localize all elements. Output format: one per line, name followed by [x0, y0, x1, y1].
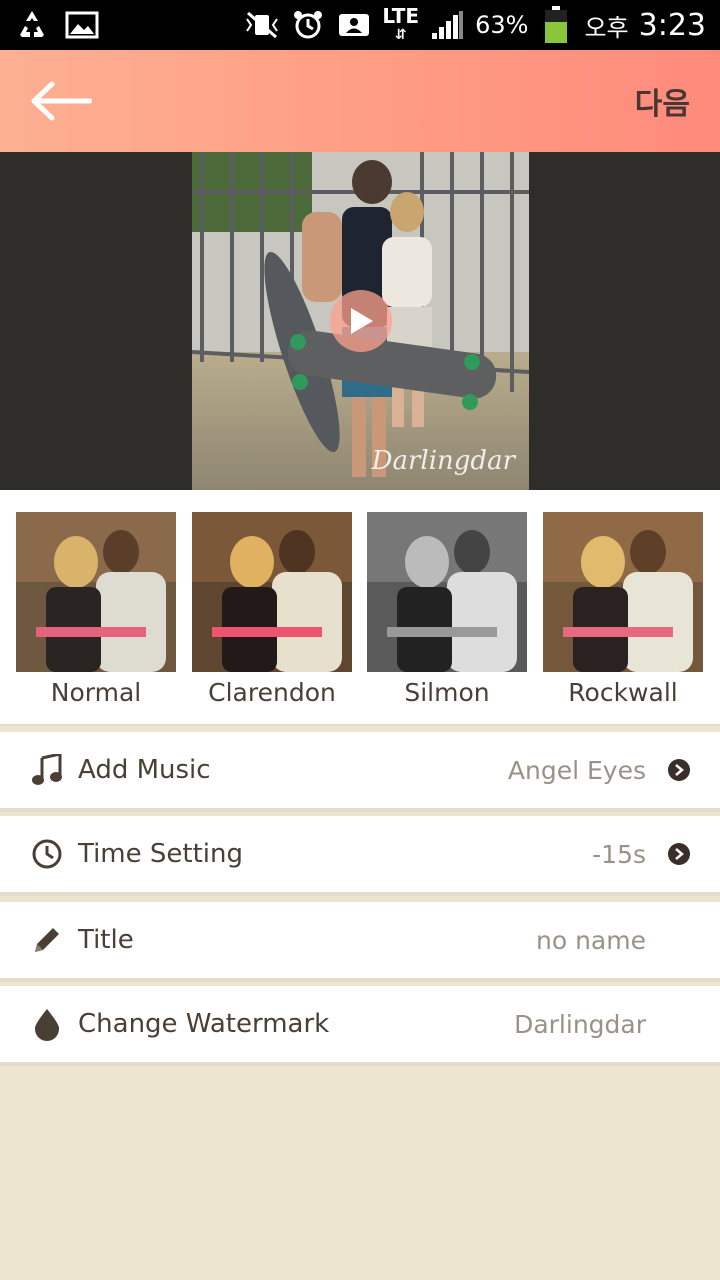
status-bar: LTE ⇵ 63% 오후 3:23	[0, 0, 720, 50]
time-setting-label: Time Setting	[78, 839, 243, 869]
drop-icon	[30, 1007, 64, 1041]
recycle-icon	[14, 7, 50, 43]
chevron-right-icon	[668, 759, 690, 781]
network-type: LTE ⇵	[382, 3, 420, 43]
play-button[interactable]	[330, 290, 392, 352]
clock-icon	[30, 837, 64, 871]
music-note-icon	[30, 753, 64, 787]
filter-clarendon[interactable]: Clarendon	[192, 512, 352, 707]
filter-rockwall[interactable]: Rockwall	[543, 512, 703, 707]
change-watermark-label: Change Watermark	[78, 1009, 330, 1039]
filter-label: Rockwall	[568, 678, 678, 707]
filter-thumbnail	[192, 512, 352, 672]
time-value: -15s	[592, 839, 646, 869]
ampm: 오후	[584, 13, 629, 42]
filter-silmon[interactable]: Silmon	[367, 512, 527, 707]
filter-thumbnail	[543, 512, 703, 672]
filter-thumbnail	[16, 512, 176, 672]
preview-watermark: Darlingdar	[371, 446, 515, 476]
pencil-icon	[30, 923, 64, 957]
filter-thumbnail	[367, 512, 527, 672]
music-value: Angel Eyes	[507, 755, 646, 785]
next-button[interactable]: 다음	[635, 79, 690, 123]
preview-photo[interactable]: Darlingdar	[192, 152, 529, 490]
time-setting-row[interactable]: Time Setting -15s	[0, 816, 720, 896]
vibrate-mute-icon	[244, 7, 280, 43]
title-row[interactable]: Title no name	[0, 902, 720, 982]
watermark-value: Darlingdar	[514, 1009, 646, 1039]
add-music-row[interactable]: Add Music Angel Eyes	[0, 732, 720, 812]
battery-percent: 63%	[475, 11, 529, 39]
action-bar: 다음	[0, 50, 720, 152]
title-value: no name	[536, 925, 646, 955]
change-watermark-row[interactable]: Change Watermark Darlingdar	[0, 986, 720, 1066]
back-button[interactable]	[30, 76, 94, 126]
filter-label: Silmon	[404, 678, 490, 707]
title-label: Title	[78, 925, 134, 955]
filter-normal[interactable]: Normal	[16, 512, 176, 707]
signal-icon	[429, 7, 465, 43]
chevron-right-icon	[668, 843, 690, 865]
video-preview: Darlingdar	[0, 152, 720, 490]
add-music-label: Add Music	[78, 755, 211, 785]
play-icon	[351, 308, 373, 334]
arrow-left-icon	[31, 81, 92, 121]
filter-label: Clarendon	[208, 678, 336, 707]
alarm-icon	[290, 7, 326, 43]
gallery-icon	[64, 7, 100, 43]
filter-strip: Normal Clarendon Silmon Rockwall	[0, 490, 720, 726]
contact-card-icon	[336, 7, 372, 43]
battery-icon	[538, 6, 574, 43]
filter-label: Normal	[50, 678, 142, 707]
clock-time: 3:23	[638, 7, 706, 43]
